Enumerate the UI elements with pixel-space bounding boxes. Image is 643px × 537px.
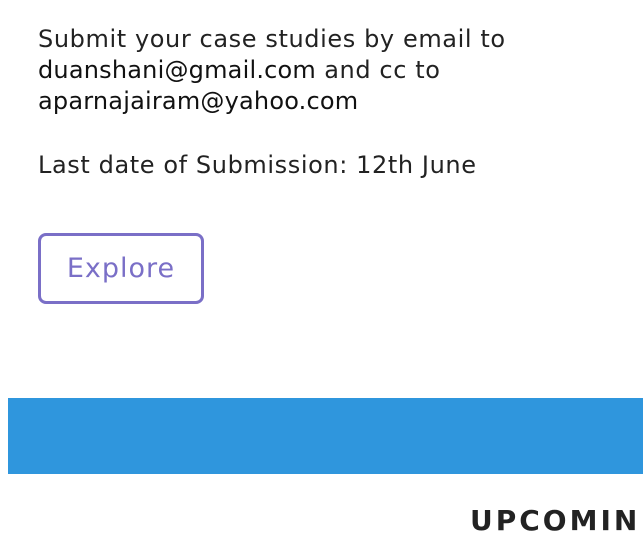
upcoming-heading: UPCOMIN bbox=[470, 504, 641, 537]
submission-section: Submit your case studies by email to dua… bbox=[38, 24, 638, 181]
submission-instructions: Submit your case studies by email to dua… bbox=[38, 24, 638, 117]
submission-deadline: Last date of Submission: 12th June bbox=[38, 151, 477, 179]
cc-email-link[interactable]: aparnajairam@yahoo.com bbox=[38, 87, 358, 115]
primary-email-link[interactable]: duanshani@gmail.com bbox=[38, 56, 316, 84]
blue-banner bbox=[8, 398, 643, 474]
cc-text: and cc to bbox=[316, 56, 441, 84]
submission-text: Submit your case studies by email to bbox=[38, 25, 506, 53]
explore-button[interactable]: Explore bbox=[38, 233, 204, 304]
